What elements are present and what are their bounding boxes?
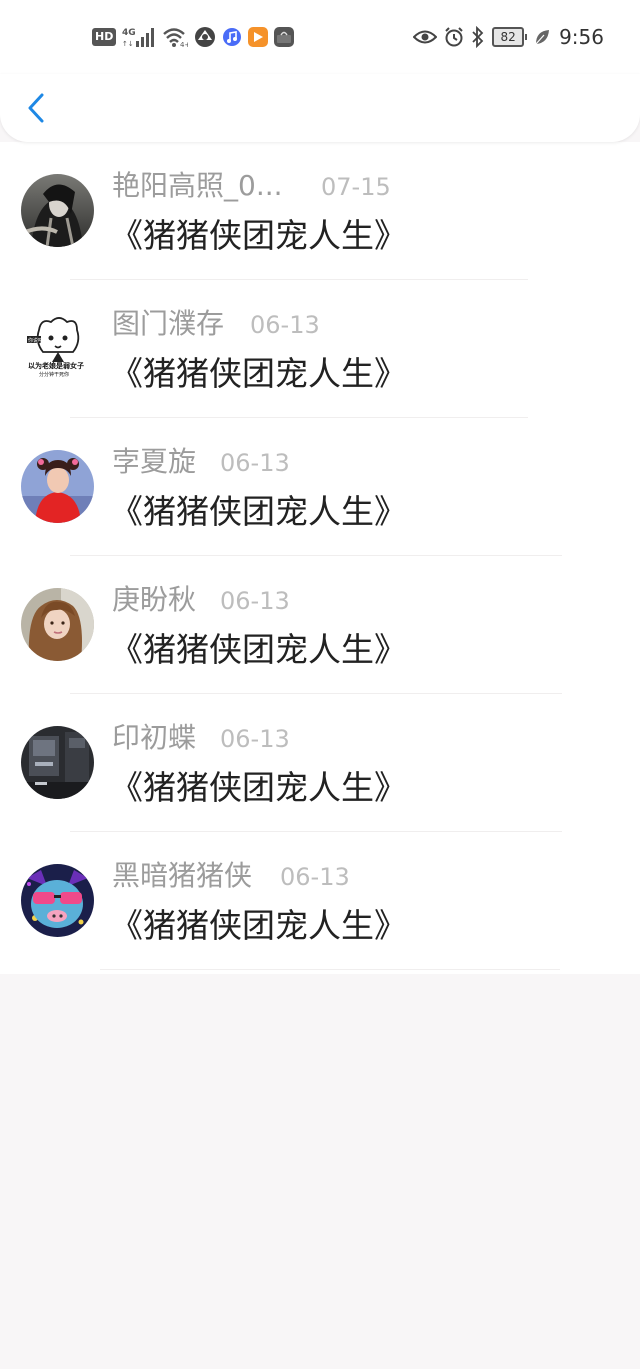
- list-item[interactable]: 孛夏旋 06-13 《猪猪侠团宠人生》: [0, 418, 640, 556]
- wifi-icon: 4+: [162, 26, 188, 48]
- svg-text:↑↓: ↑↓: [122, 40, 134, 48]
- battery-icon: 82: [492, 27, 528, 47]
- chevron-left-icon: [28, 93, 44, 123]
- list-item[interactable]: 你说啥 以为老娘是弱女子 分分钟干死你 图门濮存 06-13 《猪猪侠团宠人生》: [0, 280, 640, 418]
- vpn-icon: [194, 26, 216, 48]
- video-app-icon: [248, 27, 269, 47]
- user-name: 印初蝶: [112, 721, 197, 754]
- svg-text:你说啥: 你说啥: [28, 337, 43, 344]
- hd-icon: HD: [92, 28, 117, 46]
- post-title: 《猪猪侠团宠人生》: [110, 630, 407, 669]
- avatar: [21, 864, 94, 937]
- post-title: 《猪猪侠团宠人生》: [110, 216, 407, 255]
- battery-level: 82: [492, 27, 525, 47]
- svg-text:以为老娘是弱女子: 以为老娘是弱女子: [28, 361, 84, 370]
- avatar: [21, 450, 94, 523]
- status-bar: HD 4G ↑↓ 4+ 82 9:56: [0, 0, 640, 74]
- back-button[interactable]: [18, 88, 54, 128]
- avatar: 你说啥 以为老娘是弱女子 分分钟干死你: [21, 312, 94, 385]
- nav-bar: [0, 74, 640, 142]
- leaf-icon: [534, 28, 550, 46]
- avatar: [21, 726, 94, 799]
- avatar: [21, 588, 94, 661]
- svg-text:分分钟干死你: 分分钟干死你: [39, 371, 69, 378]
- status-bar-right: 82 9:56: [413, 24, 604, 50]
- svg-text:4+: 4+: [180, 41, 188, 48]
- post-date: 07-15: [321, 173, 391, 201]
- post-title: 《猪猪侠团宠人生》: [110, 492, 407, 531]
- user-name: 庚盼秋: [112, 583, 197, 616]
- alarm-icon: [444, 27, 464, 47]
- divider: [100, 969, 560, 970]
- user-name: 黑暗猪猪侠: [112, 859, 253, 892]
- svg-text:4G: 4G: [122, 28, 136, 38]
- post-date: 06-13: [220, 449, 290, 477]
- post-date: 06-13: [280, 863, 350, 891]
- huawei-app-icon: [274, 27, 295, 47]
- list-item[interactable]: 黑暗猪猪侠 06-13 《猪猪侠团宠人生》: [0, 832, 640, 970]
- list-item[interactable]: 艳阳高照_0... 07-15 《猪猪侠团宠人生》: [0, 142, 640, 280]
- status-bar-left: HD 4G ↑↓ 4+: [92, 24, 295, 50]
- eye-comfort-icon: [413, 28, 438, 46]
- post-title: 《猪猪侠团宠人生》: [110, 768, 407, 807]
- list-item[interactable]: 庚盼秋 06-13 《猪猪侠团宠人生》: [0, 556, 640, 694]
- user-name: 图门濮存: [112, 307, 225, 340]
- post-date: 06-13: [220, 587, 290, 615]
- bluetooth-icon: [471, 26, 485, 48]
- post-title: 《猪猪侠团宠人生》: [110, 354, 407, 393]
- user-name: 艳阳高照_0...: [112, 169, 283, 202]
- signal-icon: 4G ↑↓: [122, 26, 156, 48]
- post-date: 06-13: [250, 311, 320, 339]
- clock: 9:56: [559, 25, 604, 49]
- post-list: 艳阳高照_0... 07-15 《猪猪侠团宠人生》 你说啥 以为老娘是弱女子 分…: [0, 142, 640, 974]
- music-app-icon: [222, 27, 243, 47]
- avatar: [21, 174, 94, 247]
- list-item[interactable]: 印初蝶 06-13 《猪猪侠团宠人生》: [0, 694, 640, 832]
- post-date: 06-13: [220, 725, 290, 753]
- user-name: 孛夏旋: [112, 445, 197, 478]
- post-title: 《猪猪侠团宠人生》: [110, 906, 407, 945]
